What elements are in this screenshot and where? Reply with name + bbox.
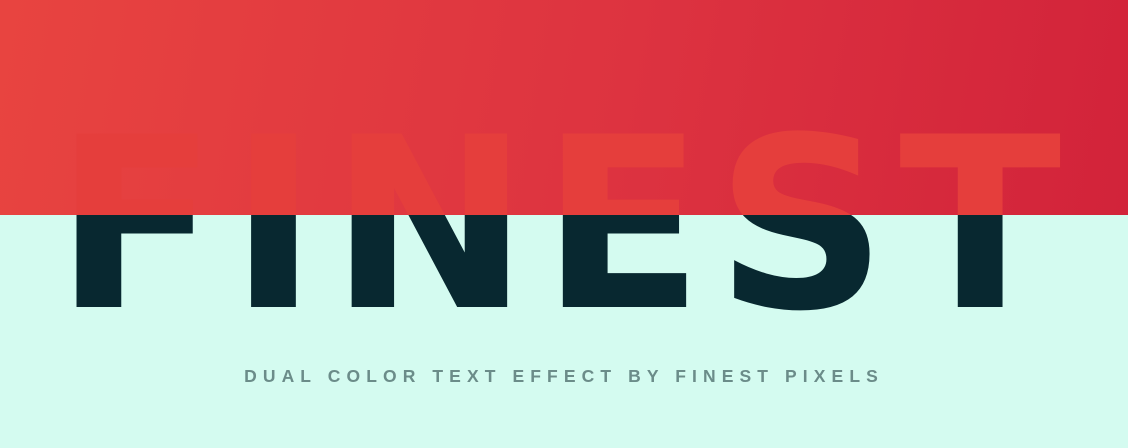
subtitle: DUAL COLOR TEXT EFFECT BY FINEST PIXELS: [244, 366, 884, 386]
red-background-band: [0, 0, 1128, 215]
mint-background-band: [0, 215, 1128, 448]
